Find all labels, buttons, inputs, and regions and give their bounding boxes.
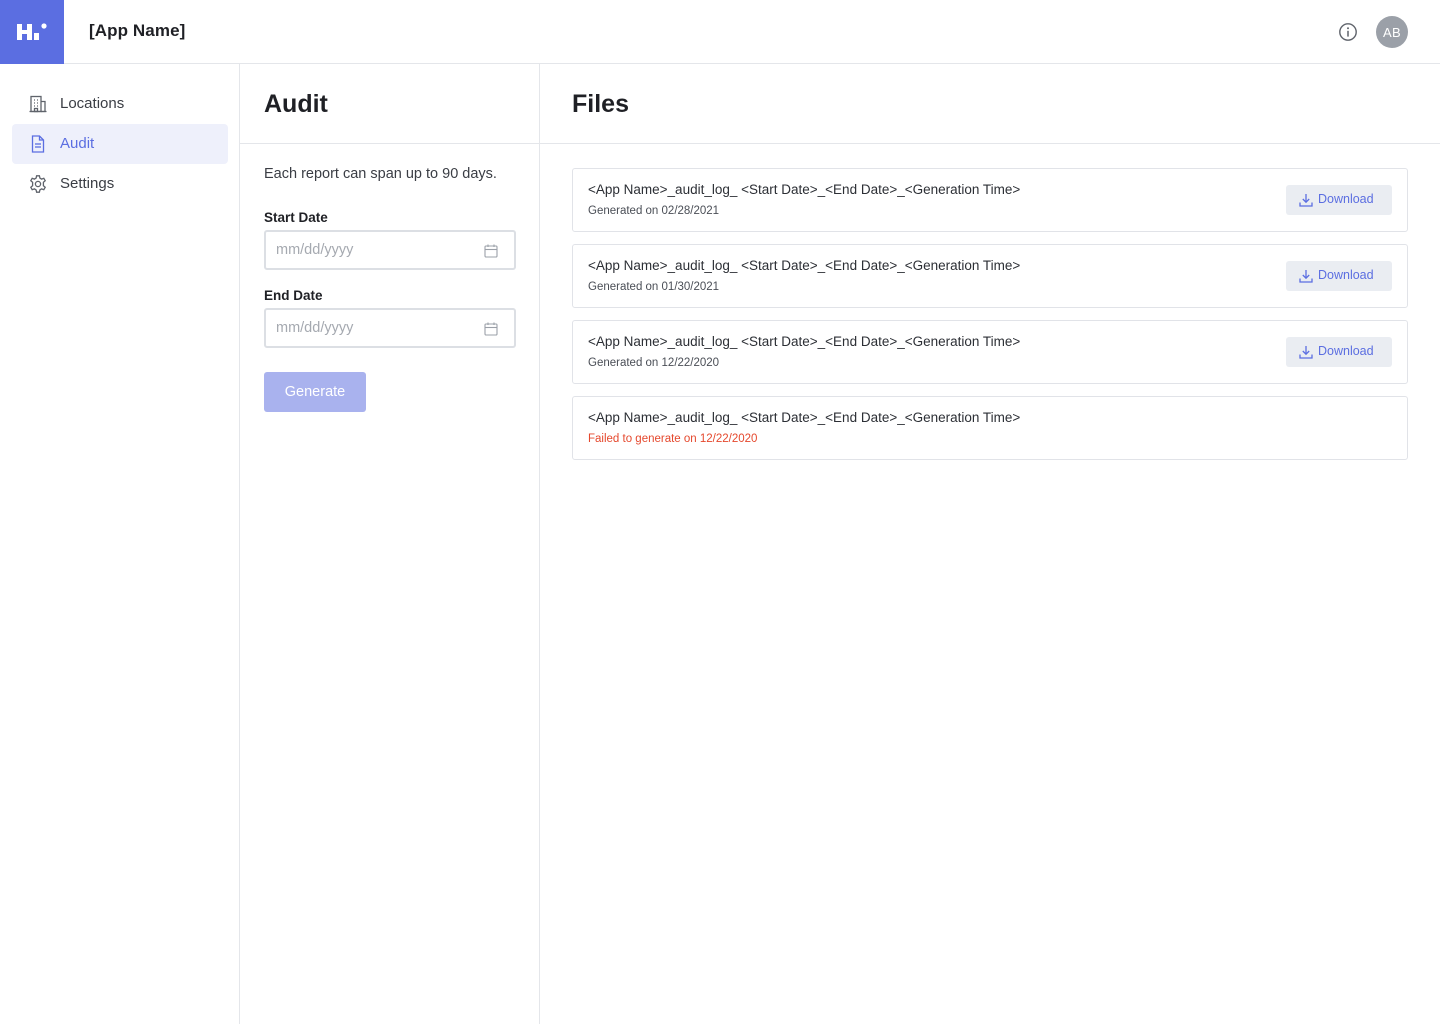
file-item: <App Name>_audit_log_ <Start Date>_<End …	[572, 320, 1408, 384]
file-name: <App Name>_audit_log_ <Start Date>_<End …	[588, 410, 1021, 425]
files-title: Files	[572, 90, 629, 118]
file-item: <App Name>_audit_log_ <Start Date>_<End …	[572, 168, 1408, 232]
file-status: Generated on 12/22/2020	[588, 357, 720, 369]
download-label: Download	[1318, 192, 1374, 206]
download-label: Download	[1318, 344, 1374, 358]
file-error-status: Failed to generate on 12/22/2020	[588, 433, 758, 445]
start-date-label: Start Date	[264, 210, 328, 225]
app-name: [App Name]	[89, 21, 186, 40]
gear-icon	[28, 174, 48, 194]
page-title: Audit	[264, 90, 328, 118]
sidebar-item-settings[interactable]: Settings	[12, 164, 228, 204]
audit-header: Audit	[240, 64, 539, 144]
file-status: Generated on 01/30/2021	[588, 281, 720, 293]
end-date-label: End Date	[264, 288, 323, 303]
file-name: <App Name>_audit_log_ <Start Date>_<End …	[588, 258, 1021, 273]
file-name: <App Name>_audit_log_ <Start Date>_<End …	[588, 334, 1021, 349]
sidebar-item-locations[interactable]: Locations	[12, 84, 228, 124]
info-icon[interactable]	[1337, 21, 1359, 43]
generate-button[interactable]: Generate	[264, 372, 366, 412]
file-status: Generated on 02/28/2021	[588, 205, 720, 217]
files-panel: Files <App Name>_audit_log_ <Start Date>…	[540, 64, 1440, 1024]
download-icon	[1299, 345, 1313, 359]
start-date-input[interactable]	[266, 232, 514, 268]
brand-logo-icon[interactable]	[0, 0, 64, 64]
calendar-icon[interactable]	[484, 244, 498, 258]
audit-panel: Audit Each report can span up to 90 days…	[240, 64, 540, 1024]
document-icon	[28, 134, 48, 154]
download-label: Download	[1318, 268, 1374, 282]
end-date-input[interactable]	[266, 310, 514, 346]
file-item-failed: <App Name>_audit_log_ <Start Date>_<End …	[572, 396, 1408, 460]
avatar[interactable]: AB	[1376, 16, 1408, 48]
sidebar: Locations Audit Settings	[0, 64, 240, 1024]
file-name: <App Name>_audit_log_ <Start Date>_<End …	[588, 182, 1021, 197]
file-item: <App Name>_audit_log_ <Start Date>_<End …	[572, 244, 1408, 308]
calendar-icon[interactable]	[484, 322, 498, 336]
helper-text: Each report can span up to 90 days.	[264, 166, 497, 182]
download-button[interactable]: Download	[1286, 185, 1392, 215]
files-header: Files	[540, 64, 1440, 144]
sidebar-item-audit[interactable]: Audit	[12, 124, 228, 164]
download-icon	[1299, 269, 1313, 283]
building-icon	[28, 94, 48, 114]
sidebar-item-label: Audit	[60, 135, 95, 152]
start-date-field[interactable]	[264, 230, 516, 270]
download-button[interactable]: Download	[1286, 261, 1392, 291]
end-date-field[interactable]	[264, 308, 516, 348]
download-button[interactable]: Download	[1286, 337, 1392, 367]
sidebar-item-label: Settings	[60, 175, 115, 192]
download-icon	[1299, 193, 1313, 207]
sidebar-item-label: Locations	[60, 95, 125, 112]
top-bar: [App Name] AB	[0, 0, 1440, 64]
